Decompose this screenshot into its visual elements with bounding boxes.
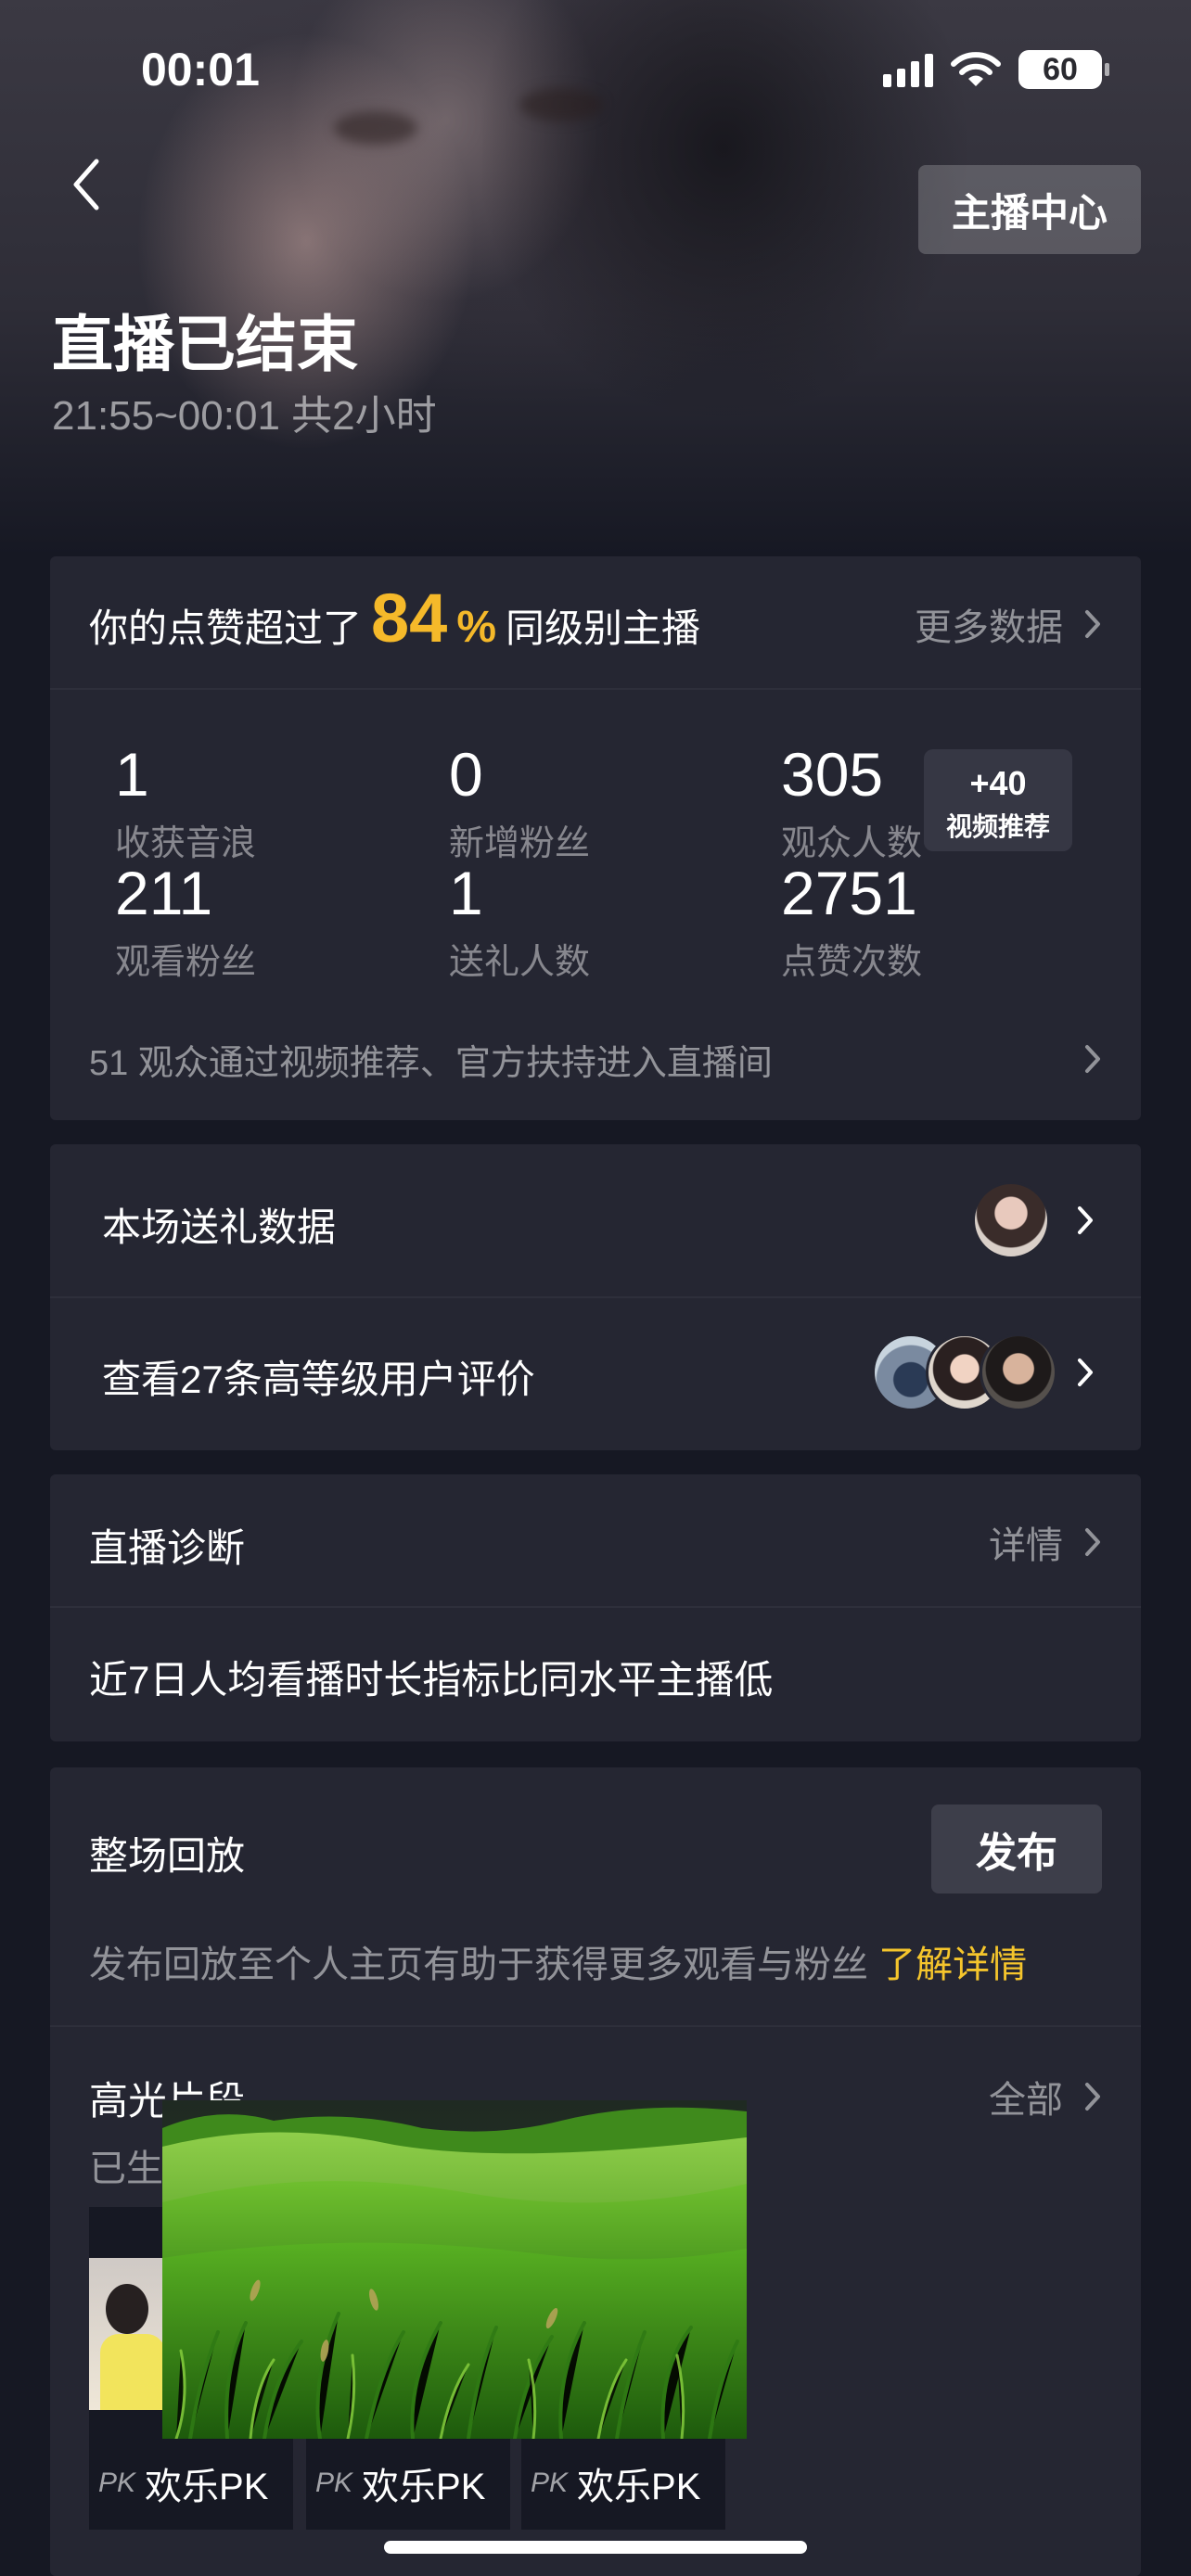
more-data-link[interactable]: 更多数据 xyxy=(915,597,1102,651)
likes-ranking: 你的点赞超过了 84 % 同级别主播 xyxy=(89,580,701,657)
summary-card: 你的点赞超过了 84 % 同级别主播 更多数据 1 收获音浪 0 新增粉丝 30… xyxy=(50,556,1141,1120)
stat-likes: 2751 点赞次数 xyxy=(781,859,923,982)
pk-icon: PK xyxy=(315,2468,353,2498)
diagnosis-card: 直播诊断 详情 近7日人均看播时长指标比同水平主播低 xyxy=(50,1474,1141,1741)
replay-title: 整场回放 xyxy=(89,1834,246,1878)
page-title: 直播已结束 xyxy=(52,310,358,378)
highlights-all-link[interactable]: 全部 xyxy=(989,2070,1102,2123)
pk-icon: PK xyxy=(531,2468,569,2498)
gifts-card: 本场送礼数据 查看27条高等级用户评价 xyxy=(50,1144,1141,1450)
highlight-clip[interactable]: PK 欢乐PK xyxy=(306,2437,510,2530)
home-indicator[interactable] xyxy=(384,2541,807,2554)
publish-button[interactable]: 发布 xyxy=(931,1804,1102,1894)
likes-percent: 84 xyxy=(371,580,448,657)
live-time-range: 21:55~00:01 共2小时 xyxy=(52,393,437,439)
grass-field-image xyxy=(162,2100,747,2439)
stat-new-followers: 0 新增粉丝 xyxy=(449,740,591,863)
diagnosis-title: 直播诊断 xyxy=(89,1526,246,1570)
chevron-right-icon xyxy=(1085,2083,1100,2111)
chevron-left-icon xyxy=(73,159,99,210)
chevron-right-icon xyxy=(1078,1358,1093,1386)
learn-more-link[interactable]: 了解详情 xyxy=(878,1945,1027,1985)
wifi-icon xyxy=(951,52,1001,86)
video-recommend-tooltip: +40 视频推荐 xyxy=(924,749,1072,851)
stat-sound-waves: 1 收获音浪 xyxy=(115,740,257,863)
anchor-center-button[interactable]: 主播中心 xyxy=(918,165,1141,254)
status-bar: 00:01 60 xyxy=(0,41,1191,96)
diagnosis-details-link[interactable]: 详情 xyxy=(989,1515,1102,1569)
stat-viewers: 305 观众人数 xyxy=(781,740,923,863)
gift-data-row[interactable]: 本场送礼数据 xyxy=(50,1144,1141,1296)
status-time: 00:01 xyxy=(141,44,260,96)
stat-gift-senders: 1 送礼人数 xyxy=(449,859,591,982)
pk-icon: PK xyxy=(98,2468,136,2498)
highlight-clip[interactable]: PK 欢乐PK xyxy=(521,2437,725,2530)
chevron-right-icon xyxy=(1085,1528,1100,1556)
back-button[interactable] xyxy=(70,158,117,213)
reviews-row[interactable]: 查看27条高等级用户评价 xyxy=(50,1298,1141,1450)
avatar xyxy=(972,1181,1050,1259)
chevron-right-icon xyxy=(1085,1045,1100,1073)
avatar xyxy=(980,1333,1057,1411)
highlights-subtitle: 已生 xyxy=(89,2149,163,2189)
signal-icon xyxy=(883,52,933,87)
recommend-note-row[interactable]: 51 观众通过视频推荐、官方扶持进入直播间 xyxy=(89,1031,1102,1087)
chevron-right-icon xyxy=(1078,1206,1093,1234)
replay-hint: 发布回放至个人主页有助于获得更多观看与粉丝 了解详情 xyxy=(89,1945,1028,1985)
diagnosis-message: 近7日人均看播时长指标比同水平主播低 xyxy=(89,1658,774,1702)
stat-follower-views: 211 观看粉丝 xyxy=(115,859,257,982)
chevron-right-icon xyxy=(1085,610,1100,638)
battery-icon: 60 xyxy=(1018,50,1109,89)
